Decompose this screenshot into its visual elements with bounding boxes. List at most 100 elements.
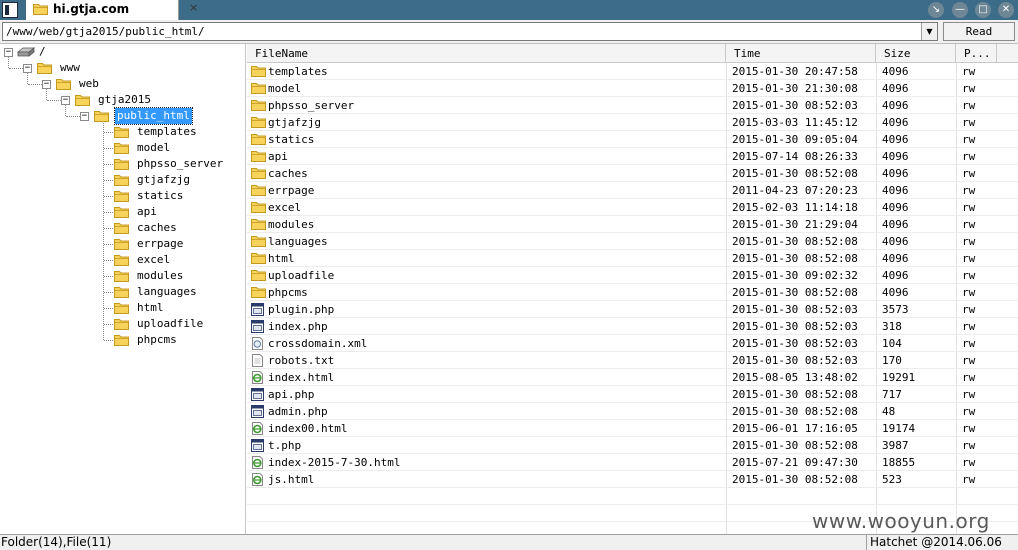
table-row[interactable]: html 2015-01-30 08:52:08 4096 rw (247, 250, 1018, 267)
tree-node-label: errpage (137, 237, 184, 250)
table-row[interactable]: excel 2015-02-03 11:14:18 4096 rw (247, 199, 1018, 216)
column-header-permission[interactable]: P... (956, 44, 997, 63)
column-header-size[interactable]: Size (876, 44, 956, 63)
table-row[interactable]: crossdomain.xml 2015-01-30 08:52:03 104 rw (247, 335, 1018, 352)
table-row[interactable]: model 2015-01-30 21:30:08 4096 rw (247, 80, 1018, 97)
tree-connector (104, 260, 113, 261)
folder-icon (114, 319, 129, 330)
tree-connector (104, 340, 113, 341)
column-header-time[interactable]: Time (726, 44, 876, 63)
cell-size: 717 (882, 388, 902, 401)
tree-connector (104, 164, 113, 165)
folder-icon (75, 95, 90, 106)
folder-icon (114, 239, 129, 250)
tree-collapse-toggle[interactable]: − (61, 96, 70, 105)
tree-collapse-toggle[interactable]: − (42, 80, 51, 89)
cell-permission: rw (962, 320, 976, 333)
folder-icon (251, 83, 266, 94)
cell-filename: index-2015-7-30.html (268, 456, 401, 469)
table-row[interactable]: index.php 2015-01-30 08:52:03 318 rw (247, 318, 1018, 335)
table-row[interactable]: caches 2015-01-30 08:52:08 4096 rw (247, 165, 1018, 182)
column-header-filename[interactable]: FileName (247, 44, 726, 63)
tree-connector (104, 148, 113, 149)
tree-collapse-toggle[interactable]: − (23, 64, 32, 73)
table-row[interactable]: index-2015-7-30.html 2015-07-21 09:47:30 1… (247, 454, 1018, 471)
chevron-down-icon[interactable]: ▼ (921, 23, 937, 40)
table-row[interactable]: plugin.php 2015-01-30 08:52:03 3573 rw (247, 301, 1018, 318)
tree-node-public-html[interactable]: public_html (94, 107, 193, 125)
table-row[interactable]: uploadfile 2015-01-30 09:02:32 4096 rw (247, 267, 1018, 284)
cell-time: 2015-01-30 08:52:08 (732, 405, 858, 418)
tree-connector (104, 292, 113, 293)
path-combobox[interactable]: /www/web/gtja2015/public_html/ ▼ (2, 22, 938, 41)
folder-icon (251, 270, 266, 281)
app-menu-icon[interactable] (2, 2, 18, 18)
file-list[interactable]: FileName Time Size P... templates 2015-01… (247, 44, 1018, 534)
folder-icon (251, 117, 266, 128)
tree-collapse-toggle[interactable]: − (80, 112, 89, 121)
folder-icon (251, 202, 266, 213)
cell-filename: crossdomain.xml (268, 337, 368, 350)
cell-time: 2015-01-30 08:52:08 (732, 167, 858, 180)
folder-icon (251, 66, 266, 77)
html-file-icon (252, 371, 263, 384)
php-file-icon (251, 439, 264, 452)
table-row[interactable]: index.html 2015-08-05 13:48:02 19291 rw (247, 369, 1018, 386)
cell-permission: rw (962, 371, 976, 384)
table-row[interactable]: js.html 2015-01-30 08:52:08 523 rw (247, 471, 1018, 488)
table-row[interactable]: statics 2015-01-30 09:05:04 4096 rw (247, 131, 1018, 148)
table-row[interactable]: languages 2015-01-30 08:52:08 4096 rw (247, 233, 1018, 250)
table-row[interactable]: gtjafzjg 2015-03-03 11:45:12 4096 rw (247, 114, 1018, 131)
status-bar: Folder(14),File(11) Hatchet @2014.06.06 (0, 534, 1018, 550)
cell-filename: phpcms (268, 286, 308, 299)
tree-node-root[interactable]: / (17, 44, 46, 60)
maximize-icon[interactable]: □ (975, 2, 991, 18)
tree-node-label: www (60, 61, 80, 74)
tree-node-web[interactable]: web (56, 76, 99, 92)
close-window-icon[interactable]: ✕ (998, 2, 1014, 18)
folder-icon (37, 63, 52, 74)
cell-time: 2015-01-30 08:52:08 (732, 286, 858, 299)
minimize-icon[interactable]: — (952, 2, 968, 18)
cell-permission: rw (962, 439, 976, 452)
table-row[interactable]: api.php 2015-01-30 08:52:08 717 rw (247, 386, 1018, 403)
cell-time: 2015-01-30 21:30:08 (732, 82, 858, 95)
table-row[interactable]: templates 2015-01-30 20:47:58 4096 rw (247, 63, 1018, 80)
tab-close-icon[interactable]: × (189, 1, 198, 14)
status-version: Hatchet @2014.06.06 (870, 535, 1002, 549)
cell-permission: rw (962, 99, 976, 112)
cell-time: 2015-01-30 21:29:04 (732, 218, 858, 231)
cell-permission: rw (962, 473, 976, 486)
cell-permission: rw (962, 337, 976, 350)
table-row[interactable]: phpsso_server 2015-01-30 08:52:03 4096 rw (247, 97, 1018, 114)
tree-node-www[interactable]: www (37, 60, 80, 76)
table-row[interactable]: api 2015-07-14 08:26:33 4096 rw (247, 148, 1018, 165)
cell-size: 19291 (882, 371, 916, 384)
tree-node-label: / (39, 45, 46, 58)
cell-size: 4096 (882, 150, 909, 163)
tree-collapse-toggle[interactable]: − (4, 48, 13, 57)
tree-node-label: phpcms (137, 333, 177, 346)
tree-node-gtja2015[interactable]: gtja2015 (75, 92, 151, 108)
table-row[interactable]: phpcms 2015-01-30 08:52:08 4096 rw (247, 284, 1018, 301)
cell-filename: modules (268, 218, 315, 231)
table-row[interactable]: errpage 2011-04-23 07:20:23 4096 rw (247, 182, 1018, 199)
cell-time: 2015-01-30 09:02:32 (732, 269, 858, 282)
cell-size: 523 (882, 473, 902, 486)
cell-size: 48 (882, 405, 896, 418)
restore-down-icon[interactable]: ↘ (928, 2, 944, 18)
read-button[interactable]: Read (943, 22, 1015, 41)
list-header: FileName Time Size P... (247, 44, 1018, 63)
table-row[interactable]: robots.txt 2015-01-30 08:52:03 170 rw (247, 352, 1018, 369)
directory-tree[interactable]: − / − www − web − gtja2015 − public_html… (0, 44, 246, 534)
cell-size: 4096 (882, 235, 909, 248)
table-row[interactable]: modules 2015-01-30 21:29:04 4096 rw (247, 216, 1018, 233)
folder-icon (114, 127, 129, 138)
table-row[interactable]: admin.php 2015-01-30 08:52:08 48 rw (247, 403, 1018, 420)
path-input[interactable]: /www/web/gtja2015/public_html/ (6, 25, 205, 38)
table-row[interactable]: t.php 2015-01-30 08:52:08 3987 rw (247, 437, 1018, 454)
cell-filename: gtjafzjg (268, 116, 321, 129)
table-row[interactable]: index00.html 2015-06-01 17:16:05 19174 rw (247, 420, 1018, 437)
tab-hi-gtja[interactable]: hi.gtja.com × (26, 0, 198, 20)
cell-time: 2015-01-30 08:52:08 (732, 252, 858, 265)
